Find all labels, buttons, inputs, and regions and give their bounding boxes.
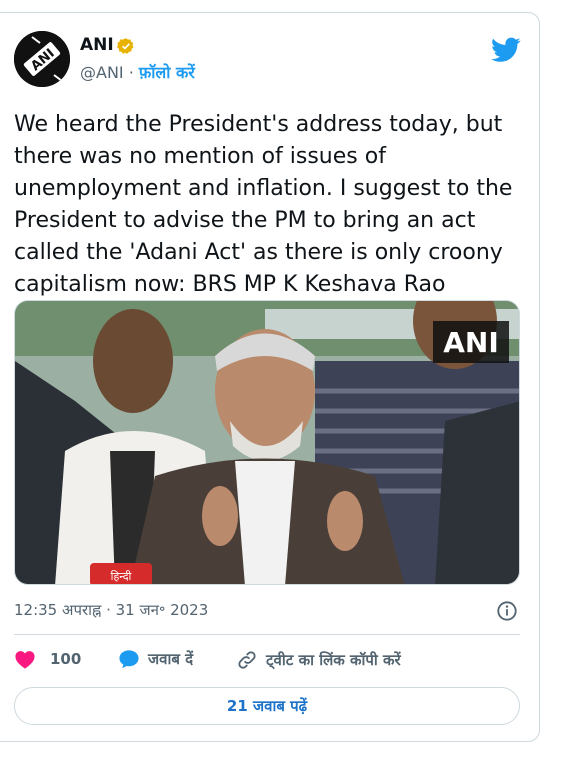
- tweet-text: We heard the President's address today, …: [14, 112, 513, 297]
- separator: ·: [123, 63, 139, 82]
- reply-bubble-icon: [119, 650, 139, 669]
- info-icon[interactable]: [496, 600, 518, 622]
- copy-link-button[interactable]: ट्वीट का लिंक कॉपी करें: [236, 649, 401, 671]
- media-watermark: ANI: [443, 326, 499, 359]
- tweet-photo[interactable]: हिन्दी ANI: [14, 300, 520, 585]
- follow-button[interactable]: फ़ॉलो करें: [139, 63, 195, 82]
- author-handle[interactable]: @ANI: [80, 63, 124, 82]
- tweet-card: ANI ANI @ANI · फ़ॉलो करें We heard the P…: [0, 12, 540, 742]
- copy-link-label: ट्वीट का लिंक कॉपी करें: [266, 651, 401, 669]
- reply-label: जवाब दें: [148, 650, 194, 668]
- link-icon: [238, 651, 256, 669]
- like-count: 100: [50, 650, 82, 668]
- action-bar: 100 जवाब दें ट्वीट का लिंक कॉपी करें: [14, 649, 534, 675]
- heart-icon: [15, 651, 35, 669]
- read-replies-button[interactable]: 21 जवाब पढ़ें: [14, 687, 520, 725]
- mic-label: हिन्दी: [111, 570, 132, 583]
- handle-row: @ANI · फ़ॉलो करें: [80, 61, 195, 83]
- like-button[interactable]: 100: [14, 649, 81, 669]
- avatar[interactable]: ANI: [14, 31, 70, 87]
- author-name[interactable]: ANI: [80, 35, 114, 55]
- divider: [14, 634, 520, 635]
- reply-button[interactable]: जवाब दें: [118, 649, 193, 669]
- twitter-bird-icon[interactable]: [491, 37, 521, 63]
- tweet-timestamp[interactable]: 12:35 अपराह्न · 31 जन॰ 2023: [14, 600, 208, 620]
- verified-badge-icon: [117, 38, 134, 54]
